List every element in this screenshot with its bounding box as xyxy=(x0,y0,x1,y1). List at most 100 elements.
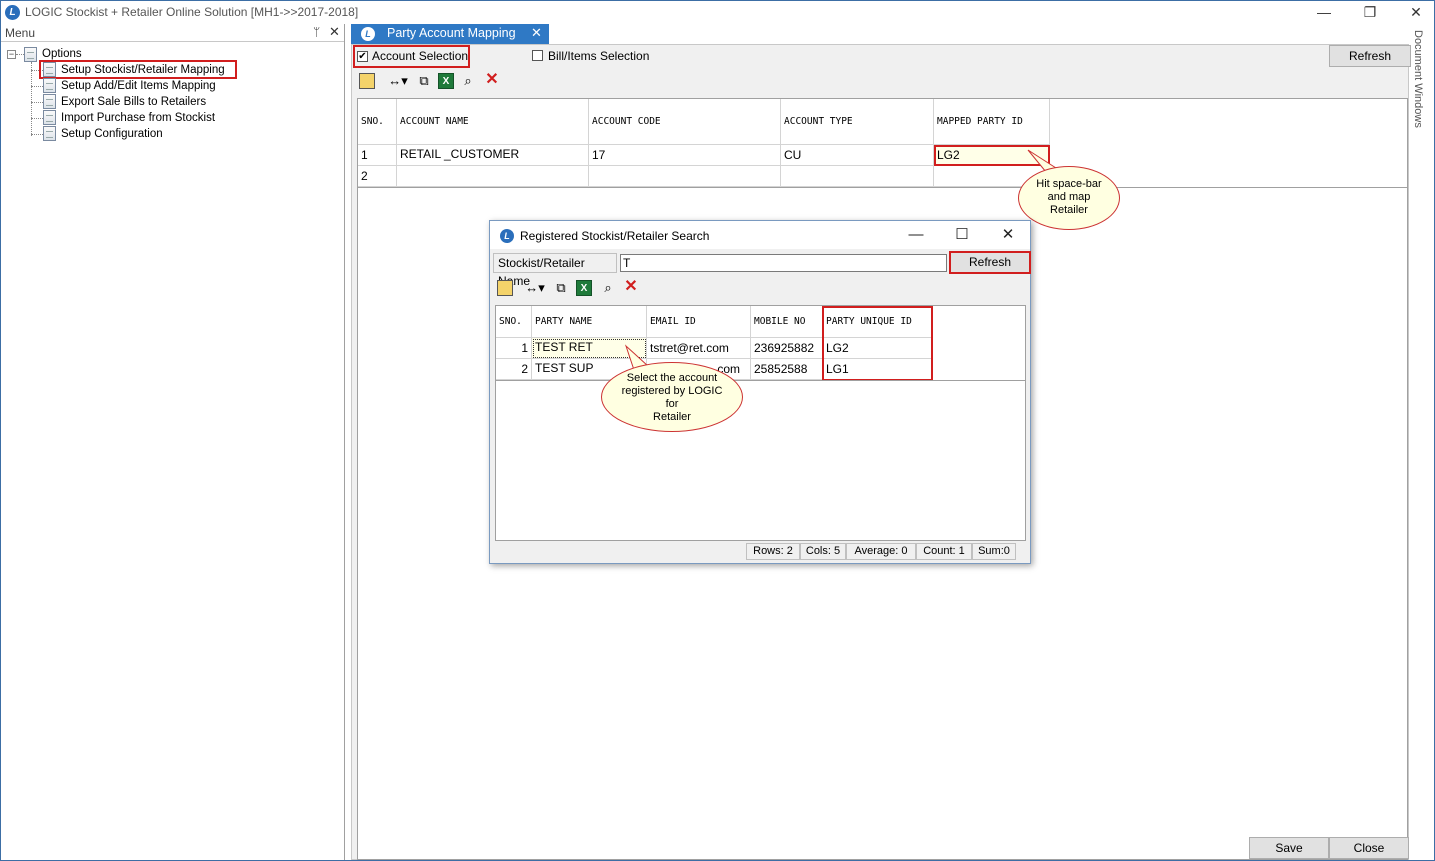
column-header-email-id[interactable]: EMAIL ID xyxy=(647,306,751,338)
menu-close-icon[interactable]: ✕ xyxy=(329,24,340,40)
tree-connector xyxy=(31,62,32,136)
menu-item-setup-add-edit-items-mapping[interactable]: Setup Add/Edit Items Mapping xyxy=(61,80,216,92)
delete-icon[interactable]: ✕ xyxy=(484,72,500,88)
menu-item-setup-configuration[interactable]: Setup Configuration xyxy=(61,128,163,140)
column-width-icon[interactable]: ↔▾ xyxy=(523,280,547,296)
document-windows-panel[interactable]: Document Windows xyxy=(1412,30,1434,180)
copy-icon[interactable]: ⧉ xyxy=(416,73,432,89)
document-icon xyxy=(43,94,56,109)
excel-export-icon[interactable]: X xyxy=(576,280,592,296)
options-folder-icon xyxy=(24,47,37,62)
callout-text-line: for xyxy=(665,398,679,410)
dialog-minimize-button[interactable]: — xyxy=(894,225,938,245)
save-layout-icon[interactable] xyxy=(359,73,375,89)
status-count: Count: 1 xyxy=(916,543,972,560)
dialog-close-button[interactable]: ✕ xyxy=(986,225,1030,245)
bill-items-selection-checkbox[interactable] xyxy=(532,50,543,61)
column-header-mapped-party-id[interactable]: MAPPED PARTY ID xyxy=(934,99,1050,145)
party-search-grid[interactable]: SNO. PARTY NAME EMAIL ID MOBILE NO PARTY… xyxy=(495,305,1026,541)
account-selection-checkbox[interactable]: ✔ xyxy=(357,51,368,62)
grid-cell-sno[interactable]: 2 xyxy=(496,359,532,380)
menu-panel: Menu ᛘ ✕ − Options Setup Stockist/Retail… xyxy=(1,24,345,860)
grid-cell-account-type[interactable] xyxy=(781,166,934,187)
grid-cell-sno[interactable]: 1 xyxy=(358,145,397,166)
grid-empty-area xyxy=(496,380,1025,540)
grid-cell-sno[interactable]: 2 xyxy=(358,166,397,187)
grid-cell-account-name[interactable]: RETAIL _CUSTOMER xyxy=(397,145,589,166)
menu-item-setup-stockist-retailer-mapping[interactable]: Setup Stockist/Retailer Mapping xyxy=(61,64,225,76)
status-cols: Cols: 5 xyxy=(800,543,846,560)
delete-icon[interactable]: ✕ xyxy=(623,279,639,295)
grid-cell-account-code[interactable] xyxy=(589,166,781,187)
save-layout-icon[interactable] xyxy=(497,280,513,296)
column-header-sno[interactable]: SNO. xyxy=(496,306,532,338)
app-logo-icon: L xyxy=(5,5,20,20)
restore-button[interactable]: ❐ xyxy=(1347,2,1393,22)
bill-items-selection-label[interactable]: Bill/Items Selection xyxy=(548,49,649,63)
document-icon xyxy=(43,78,56,93)
dialog-status-bar: Rows: 2 Cols: 5 Average: 0 Count: 1 Sum:… xyxy=(746,543,1026,560)
column-header-account-name[interactable]: ACCOUNT NAME xyxy=(397,99,589,145)
account-selection-label[interactable]: Account Selection xyxy=(372,49,468,63)
grid-cell-sno[interactable]: 1 xyxy=(496,338,532,359)
tab-party-account-mapping[interactable]: L Party Account Mapping ✕ xyxy=(351,24,549,44)
callout-text-line: registered by LOGIC xyxy=(621,385,723,397)
status-average: Average: 0 xyxy=(846,543,916,560)
close-button[interactable]: Close xyxy=(1329,837,1409,859)
document-windows-label: Document Windows xyxy=(1412,30,1424,128)
excel-export-icon[interactable]: X xyxy=(438,73,454,89)
tab-label: Party Account Mapping xyxy=(387,26,516,40)
grid-cell-mobile-no[interactable]: 236925882 xyxy=(751,338,823,359)
menu-item-export-sale-bills[interactable]: Export Sale Bills to Retailers xyxy=(61,96,206,108)
grid-cell-email-id[interactable]: tstret@ret.com xyxy=(647,338,751,359)
callout-text-line: and map xyxy=(1047,191,1091,203)
refresh-button[interactable]: Refresh xyxy=(1329,45,1411,67)
document-icon xyxy=(43,126,56,141)
highlight-box xyxy=(949,251,1031,274)
highlight-box xyxy=(822,306,933,381)
menu-item-import-purchase[interactable]: Import Purchase from Stockist xyxy=(61,112,215,124)
tree-root-options[interactable]: Options xyxy=(42,48,82,60)
find-binoculars-icon[interactable]: ⌕ xyxy=(460,73,476,89)
dialog-logo-icon: L xyxy=(500,229,514,243)
column-width-icon[interactable]: ↔▾ xyxy=(386,73,410,89)
save-button[interactable]: Save xyxy=(1249,837,1329,859)
column-header-mobile-no[interactable]: MOBILE NO xyxy=(751,306,823,338)
tree-collapse-icon[interactable]: − xyxy=(7,50,16,59)
title-bar[interactable]: L LOGIC Stockist + Retailer Online Solut… xyxy=(1,1,1434,23)
status-sum: Sum:0 xyxy=(972,543,1016,560)
callout-text-line: Select the account xyxy=(626,372,718,384)
dialog-maximize-button[interactable]: ☐ xyxy=(940,225,984,245)
tree-connector xyxy=(31,86,43,87)
tab-close-icon[interactable]: ✕ xyxy=(531,25,542,41)
stockist-retailer-name-input[interactable]: T xyxy=(620,254,947,272)
copy-icon[interactable]: ⧉ xyxy=(553,280,569,296)
grid-cell-account-type[interactable]: CU xyxy=(781,145,934,166)
grid-cell-mobile-no[interactable]: 25852588 xyxy=(751,359,823,380)
status-rows: Rows: 2 xyxy=(746,543,800,560)
document-icon xyxy=(43,110,56,125)
callout-map-hint: Hit space-bar and map Retailer xyxy=(1018,166,1120,230)
column-header-sno[interactable]: SNO. xyxy=(358,99,397,145)
grid-cell-account-code[interactable]: 17 xyxy=(589,145,781,166)
search-label: Stockist/Retailer Name xyxy=(493,253,617,288)
tree-connector xyxy=(31,102,43,103)
menu-title: Menu xyxy=(5,26,36,40)
pin-icon[interactable]: ᛘ xyxy=(313,25,320,39)
grid-cell-account-name[interactable] xyxy=(397,166,589,187)
minimize-button[interactable]: — xyxy=(1301,2,1347,22)
tab-logo-icon: L xyxy=(361,27,375,41)
callout-text-line: Retailer xyxy=(1050,204,1088,216)
menu-header: Menu ᛘ ✕ xyxy=(1,24,344,42)
registered-stockist-retailer-search-dialog[interactable]: L Registered Stockist/Retailer Search — … xyxy=(489,220,1031,564)
column-header-party-name[interactable]: PARTY NAME xyxy=(532,306,647,338)
dialog-title-bar[interactable]: L Registered Stockist/Retailer Search — … xyxy=(490,221,1030,249)
window-title: LOGIC Stockist + Retailer Online Solutio… xyxy=(25,5,359,19)
column-header-account-code[interactable]: ACCOUNT CODE xyxy=(589,99,781,145)
callout-text-line: Retailer xyxy=(653,411,691,423)
tree-connector xyxy=(16,54,24,55)
close-window-button[interactable]: ✕ xyxy=(1393,2,1435,22)
find-binoculars-icon[interactable]: ⌕ xyxy=(600,280,616,296)
column-header-account-type[interactable]: ACCOUNT TYPE xyxy=(781,99,934,145)
dialog-title: Registered Stockist/Retailer Search xyxy=(520,229,710,243)
